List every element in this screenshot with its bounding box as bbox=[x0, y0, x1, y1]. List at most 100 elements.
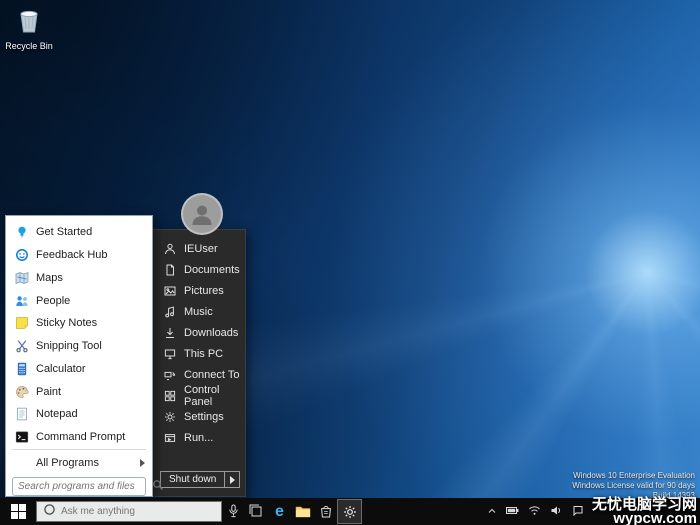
volume-icon[interactable] bbox=[550, 503, 563, 521]
music-note-icon bbox=[163, 305, 176, 318]
start-menu-item-label: Control Panel bbox=[184, 383, 220, 408]
recycle-bin-label: Recycle Bin bbox=[5, 41, 53, 51]
start-menu-left-panel: Get Started Feedback Hub Maps People Sti bbox=[5, 215, 163, 497]
calculator-icon bbox=[14, 361, 29, 376]
start-menu-item-snipping-tool[interactable]: Snipping Tool bbox=[6, 335, 152, 358]
computer-icon bbox=[163, 347, 176, 360]
settings-button[interactable] bbox=[337, 499, 362, 524]
battery-icon[interactable] bbox=[506, 503, 519, 521]
site-watermark: 无忧电脑学习网 wypcw.com bbox=[592, 497, 697, 525]
eval-line-1: Windows 10 Enterprise Evaluation bbox=[573, 471, 695, 480]
site-watermark-line-2: wypcw.com bbox=[613, 510, 697, 525]
start-menu-item-settings[interactable]: Settings bbox=[153, 406, 245, 427]
task-view-button[interactable] bbox=[245, 498, 268, 525]
start-menu-search-input[interactable] bbox=[18, 481, 152, 493]
lightbulb-icon bbox=[14, 225, 29, 240]
document-icon bbox=[163, 263, 176, 276]
start-menu-item-user[interactable]: IEUser bbox=[153, 238, 245, 259]
start-menu-search-box[interactable] bbox=[12, 477, 163, 497]
all-programs-spacer bbox=[14, 455, 29, 470]
network-icon[interactable] bbox=[528, 503, 541, 521]
system-tray bbox=[487, 498, 584, 525]
start-menu-item-run[interactable]: Run... bbox=[153, 427, 245, 448]
start-menu-item-sticky-notes[interactable]: Sticky Notes bbox=[6, 312, 152, 335]
folder-icon bbox=[295, 506, 310, 517]
task-view-icon bbox=[249, 504, 262, 517]
start-menu-item-label: Sticky Notes bbox=[36, 317, 98, 330]
start-menu-item-control-panel[interactable]: Control Panel bbox=[153, 383, 245, 408]
taskbar-search-box[interactable] bbox=[36, 501, 222, 522]
sticky-note-icon bbox=[14, 316, 29, 331]
start-menu-item-paint[interactable]: Paint bbox=[6, 380, 152, 403]
edge-icon: e bbox=[275, 502, 284, 520]
search-icon bbox=[152, 478, 164, 496]
tray-chevron-up-icon[interactable] bbox=[487, 503, 497, 521]
start-menu-item-label: Calculator bbox=[36, 362, 86, 375]
edge-button[interactable]: e bbox=[268, 498, 291, 525]
cortana-icon bbox=[43, 503, 56, 521]
shutdown-options-arrow[interactable] bbox=[224, 472, 239, 487]
action-center-icon[interactable] bbox=[572, 503, 584, 521]
start-menu-item-label: Downloads bbox=[184, 326, 239, 339]
windows-logo-icon bbox=[10, 504, 26, 519]
start-menu-item-notepad[interactable]: Notepad bbox=[6, 403, 152, 426]
microphone-button[interactable] bbox=[222, 498, 245, 525]
start-button[interactable] bbox=[0, 498, 36, 525]
store-bag-icon bbox=[320, 505, 331, 518]
eval-line-2: Windows License valid for 90 days bbox=[572, 481, 695, 490]
start-menu-item-maps[interactable]: Maps bbox=[6, 266, 152, 289]
notepad-icon bbox=[14, 407, 29, 422]
feedback-smiley-icon bbox=[14, 248, 29, 263]
microphone-icon bbox=[229, 504, 238, 518]
start-menu-item-label: Maps bbox=[36, 271, 63, 284]
gear-icon bbox=[163, 410, 176, 423]
start-menu-item-label: People bbox=[36, 294, 71, 307]
gear-icon bbox=[343, 505, 356, 518]
connect-icon bbox=[163, 368, 176, 381]
people-icon bbox=[14, 293, 29, 308]
start-menu-item-all-programs[interactable]: All Programs bbox=[6, 451, 152, 474]
start-menu-item-pictures[interactable]: Pictures bbox=[153, 280, 245, 301]
run-icon bbox=[163, 431, 176, 444]
start-menu-separator bbox=[12, 449, 146, 451]
recycle-bin-icon bbox=[4, 6, 54, 39]
start-menu-item-documents[interactable]: Documents bbox=[153, 259, 245, 280]
start-menu-item-downloads[interactable]: Downloads bbox=[153, 322, 245, 343]
start-menu-item-label: This PC bbox=[184, 347, 224, 360]
user-silhouette-icon bbox=[192, 205, 212, 225]
start-menu-item-people[interactable]: People bbox=[6, 289, 152, 312]
start-menu-item-label: All Programs bbox=[36, 456, 99, 469]
shutdown-button[interactable]: Shut down bbox=[160, 471, 241, 488]
start-menu-item-label: Get Started bbox=[36, 226, 93, 239]
start-menu-item-label: Snipping Tool bbox=[36, 340, 102, 353]
start-menu-item-label: Paint bbox=[36, 385, 62, 398]
taskbar-search-input[interactable] bbox=[61, 506, 215, 517]
start-menu-item-label: Command Prompt bbox=[36, 430, 126, 443]
start-menu-item-label: Pictures bbox=[184, 284, 224, 297]
chevron-right-icon bbox=[229, 475, 235, 484]
start-menu-item-feedback-hub[interactable]: Feedback Hub bbox=[6, 244, 152, 267]
start-menu-item-get-started[interactable]: Get Started bbox=[6, 221, 152, 244]
start-menu-item-connect-to[interactable]: Connect To bbox=[153, 364, 245, 385]
start-menu-item-music[interactable]: Music bbox=[153, 301, 245, 322]
start-menu-item-label: Notepad bbox=[36, 408, 78, 421]
start-menu-item-this-pc[interactable]: This PC bbox=[153, 343, 245, 364]
start-menu-item-command-prompt[interactable]: Command Prompt bbox=[6, 426, 152, 449]
user-icon bbox=[163, 242, 176, 255]
file-explorer-button[interactable] bbox=[291, 498, 314, 525]
start-menu-item-label: IEUser bbox=[184, 242, 218, 255]
start-menu-right-panel: IEUser Documents Pictures Music Download bbox=[153, 229, 246, 497]
start-menu-item-calculator[interactable]: Calculator bbox=[6, 357, 152, 380]
download-arrow-icon bbox=[163, 326, 176, 339]
scissors-icon bbox=[14, 339, 29, 354]
expand-arrow-icon bbox=[140, 458, 145, 467]
desktop-icon-recycle-bin[interactable]: Recycle Bin bbox=[4, 6, 54, 51]
shutdown-label: Shut down bbox=[169, 474, 217, 485]
start-menu-item-label: Settings bbox=[184, 410, 224, 423]
terminal-icon bbox=[14, 429, 29, 444]
start-menu-item-label: Feedback Hub bbox=[36, 249, 108, 262]
map-icon bbox=[14, 270, 29, 285]
paint-palette-icon bbox=[14, 384, 29, 399]
user-avatar[interactable] bbox=[181, 193, 223, 235]
store-button[interactable] bbox=[314, 498, 337, 525]
